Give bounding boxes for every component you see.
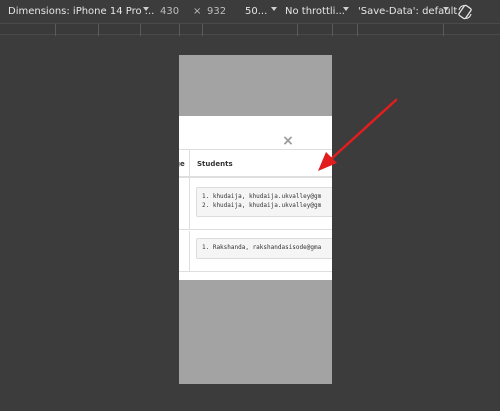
ruler-tick — [443, 24, 444, 36]
age-column-header: ge — [179, 160, 185, 168]
table-row: 1. khudaija, khudaija.ukvalley@gm 2. khu… — [179, 178, 332, 230]
zoom-selector[interactable]: 50... — [245, 5, 267, 18]
dimension-separator: × — [193, 6, 202, 17]
close-icon[interactable]: × — [281, 134, 295, 148]
chevron-down-icon — [143, 7, 149, 11]
student-entry: 1. Rakshanda, rakshandasisode@gma — [202, 244, 322, 251]
column-divider — [189, 150, 190, 177]
table-header: ge Students — [179, 149, 332, 178]
column-divider — [189, 231, 190, 272]
chevron-down-icon — [271, 7, 277, 11]
ruler-tick — [202, 24, 203, 36]
media-query-ruler — [0, 23, 500, 36]
ruler-tick — [297, 24, 298, 36]
column-divider — [189, 178, 190, 230]
ruler-tick — [140, 24, 141, 36]
table-row: 1. Rakshanda, rakshandasisode@gma — [179, 231, 332, 272]
student-entry: 1. khudaija, khudaija.ukvalley@gm — [202, 193, 322, 200]
arrow-shaft — [328, 98, 398, 162]
device-toolbar: Dimensions: iPhone 14 Pro ... 430 × 932 … — [0, 0, 500, 23]
rotate-icon[interactable] — [457, 4, 473, 20]
students-list: 1. khudaija, khudaija.ukvalley@gm 2. khu… — [196, 187, 332, 217]
ruler-tick — [357, 24, 358, 36]
device-viewport: × ge Students 1. khudaija, khudaija.ukva… — [179, 55, 332, 384]
height-input[interactable]: 932 — [207, 5, 226, 18]
student-entry: 2. khudaija, khudaija.ukvalley@gm — [202, 202, 322, 209]
throttle-selector[interactable]: No throttli... — [285, 5, 345, 18]
ruler-tick — [179, 24, 180, 36]
ruler-tick — [55, 24, 56, 36]
students-list: 1. Rakshanda, rakshandasisode@gma — [196, 238, 332, 259]
students-column-header: Students — [197, 160, 233, 168]
width-input[interactable]: 430 — [160, 5, 179, 18]
device-selector[interactable]: Dimensions: iPhone 14 Pro ... — [8, 5, 154, 18]
chevron-down-icon — [343, 7, 349, 11]
ruler-tick — [98, 24, 99, 36]
ruler-tick — [332, 24, 333, 36]
chevron-down-icon — [443, 7, 449, 11]
students-modal: × ge Students 1. khudaija, khudaija.ukva… — [179, 116, 332, 280]
